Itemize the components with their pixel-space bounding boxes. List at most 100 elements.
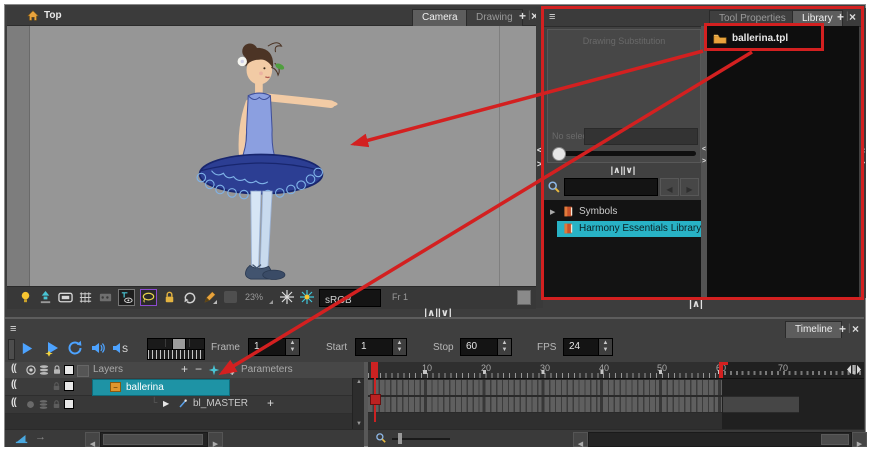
spin-up-icon[interactable]: ▲ [603,340,609,347]
solo-mode-icon[interactable]: (( [11,363,16,374]
color-swatch-column-icon[interactable] [64,365,74,375]
home-icon[interactable] [26,9,40,23]
playhead-head[interactable] [371,362,378,378]
spinner-arrows[interactable]: ▲▼ [285,339,299,355]
safe-area-icon[interactable] [98,290,113,305]
frame-label: Frame [211,342,240,353]
lock-toggle-icon[interactable] [51,399,62,410]
data-view-icon[interactable] [38,364,50,376]
camera-mask-icon[interactable] [140,289,157,306]
zoom-dropdown-corner[interactable] [269,300,273,304]
update-preview-icon[interactable] [299,289,315,305]
spin-up-icon[interactable]: ▲ [397,340,403,347]
frame-spinbox[interactable]: 1 ▲▼ [248,338,300,356]
outline-mode-icon[interactable] [118,289,135,306]
frames-hscroll-thumb[interactable] [821,434,849,445]
solo-toggle-icon[interactable]: (( [11,397,16,408]
frames-row-ballerina[interactable] [368,379,722,396]
spin-up-icon[interactable]: ▲ [290,340,296,347]
expand-arrow-icon[interactable]: → [35,431,46,443]
tab-drawing[interactable]: Drawing [466,9,523,26]
sound-scrubbing-button[interactable]: S [111,340,131,356]
hscroll-left-button[interactable]: ◀ [85,432,100,447]
fps-spinbox[interactable]: 24 ▲▼ [563,338,613,356]
start-spinbox[interactable]: 1 ▲▼ [355,338,407,356]
enable-disable-icon[interactable] [25,364,37,376]
thumbnail-column-icon[interactable] [77,365,89,377]
panel-menu-icon[interactable]: ≡ [10,322,16,336]
delete-layer-button[interactable]: − [195,362,202,376]
drawing-mode-icon[interactable] [202,290,217,305]
spin-down-icon[interactable]: ▼ [397,347,403,354]
solo-toggle-icon[interactable]: (( [11,379,16,390]
add-view-button[interactable]: + [519,9,526,23]
frames-hscroll-track[interactable] [588,432,852,447]
frames-row-bl-master[interactable] [368,396,722,413]
timeline-panel: ≡ Timeline + | × S [5,317,864,446]
reset-view-icon[interactable] [182,290,197,305]
color-space-value: sRGB [320,293,352,309]
lock-column-icon[interactable] [51,364,63,376]
selected-cell-marker[interactable] [370,394,381,405]
frames-hscroll-left-button[interactable]: ◀ [573,432,588,447]
start-label: Start [326,342,347,353]
timeline-zoom-icon[interactable] [375,432,387,444]
lock-icon[interactable] [162,290,177,305]
add-view-button[interactable]: + [839,322,846,336]
render-play-button[interactable] [44,341,61,358]
spin-down-icon[interactable]: ▼ [290,347,296,354]
current-drawing-on-top-icon[interactable] [38,290,53,305]
add-drawing-layer-icon[interactable] [208,364,220,376]
stop-value: 60 [461,339,497,355]
spinner-arrows[interactable]: ▲▼ [497,339,511,355]
frames-hscroll-right-button[interactable]: ▶ [852,432,867,447]
toolbar-grip[interactable] [8,339,15,360]
frames-area[interactable]: 10 20 30 40 50 60 70 [368,362,864,429]
frame-ruler[interactable]: 10 20 30 40 50 60 70 [368,362,864,379]
spin-up-icon[interactable]: ▲ [502,340,508,347]
loop-button[interactable] [67,340,83,356]
camera-titlebar: Top Camera Drawing + | × [7,7,536,26]
expand-icon[interactable]: ▶ [163,399,169,408]
spinner-arrows[interactable]: ▲▼ [598,339,612,355]
hscroll-track[interactable] [100,432,208,447]
frames-row-extension [723,396,799,413]
library-collapse-control[interactable]: |∧| [676,299,716,310]
show-parameters-button[interactable]: + [267,396,274,410]
hscroll-right-button[interactable]: ▶ [208,432,223,447]
spin-down-icon[interactable]: ▼ [502,347,508,354]
hscroll-thumb[interactable] [103,434,203,445]
play-button[interactable] [20,341,35,356]
layers-empty-area [5,414,364,429]
stop-spinbox[interactable]: 60 ▲▼ [460,338,512,356]
timeline-bottom-right-bar: ◀ ▶ [368,429,864,447]
layer-row-ballerina[interactable]: (( − ballerina [5,378,364,396]
layer-row-bl-master[interactable]: (( └ ▶ bl_MASTER + [5,396,364,414]
data-view-toggle-icon[interactable] [38,399,49,410]
close-view-button[interactable]: × [852,322,859,336]
resize-grip[interactable] [517,290,531,305]
zoom-level[interactable]: 23% [245,292,263,302]
grid-icon[interactable] [78,290,93,305]
lock-toggle-icon[interactable] [51,381,62,392]
layer-color-swatch[interactable] [64,399,74,409]
sound-button[interactable] [90,340,106,356]
render-preview-icon[interactable] [279,289,295,305]
pan-frames-toggle-icon[interactable] [846,364,862,375]
add-layer-button[interactable]: + [181,362,188,376]
annotation-box-ballerina-tpl [704,23,824,51]
color-space-select[interactable]: sRGB [319,289,381,307]
spin-down-icon[interactable]: ▼ [603,347,609,354]
spinner-arrows[interactable]: ▲▼ [392,339,406,355]
collapse-expand-box-icon[interactable]: − [110,382,121,392]
tab-camera[interactable]: Camera [412,9,468,26]
layer-name-cell-selected[interactable]: − ballerina [92,379,230,396]
enable-toggle-icon[interactable] [25,399,36,410]
layer-color-swatch[interactable] [64,381,74,391]
sound-waveform-icon[interactable] [15,432,29,445]
timeline-zoom-slider-thumb[interactable] [398,433,402,444]
light-table-icon[interactable] [18,290,33,305]
camera-canvas[interactable] [7,26,536,286]
add-peg-icon[interactable] [222,364,235,377]
matte-view-icon[interactable] [58,290,73,305]
